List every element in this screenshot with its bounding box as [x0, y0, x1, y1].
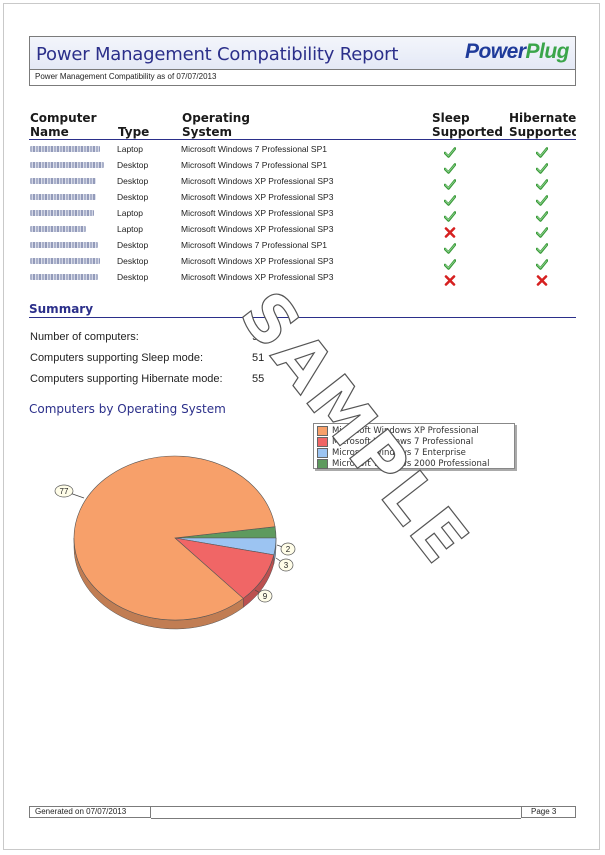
footer-rule — [151, 806, 521, 819]
pie-data-label: 77 — [60, 487, 69, 496]
pie-data-label: 3 — [284, 561, 289, 570]
legend-swatch — [317, 458, 328, 469]
footer-page-number: Page 3 — [521, 806, 576, 818]
pie-data-label: 9 — [263, 592, 268, 601]
pie-data-label: 2 — [286, 545, 291, 554]
footer-generated: Generated on 07/07/2013 — [29, 806, 151, 818]
